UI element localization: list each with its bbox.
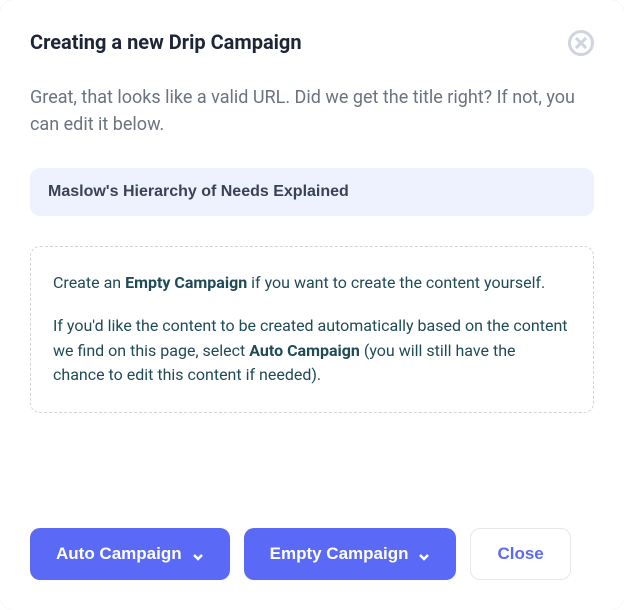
info-text: Create an xyxy=(53,273,125,292)
info-text: if you want to create the content yourse… xyxy=(247,273,545,292)
info-strong: Auto Campaign xyxy=(249,341,360,360)
auto-campaign-button[interactable]: Auto Campaign xyxy=(30,528,230,580)
modal-subtitle: Great, that looks like a valid URL. Did … xyxy=(30,84,594,138)
title-input-row xyxy=(30,168,594,216)
button-label: Close xyxy=(497,544,543,564)
info-strong: Empty Campaign xyxy=(125,273,247,292)
chevron-down-icon xyxy=(192,548,204,560)
title-input[interactable] xyxy=(30,168,594,216)
modal-title: Creating a new Drip Campaign xyxy=(30,30,302,54)
modal-footer: Auto Campaign Empty Campaign Close xyxy=(30,528,594,580)
info-paragraph-2: If you'd like the content to be created … xyxy=(53,314,571,388)
button-label: Empty Campaign xyxy=(270,544,409,564)
chevron-down-icon xyxy=(418,548,430,560)
modal-dialog: Creating a new Drip Campaign Great, that… xyxy=(0,0,624,610)
close-button[interactable]: Close xyxy=(470,528,570,580)
empty-campaign-button[interactable]: Empty Campaign xyxy=(244,528,457,580)
modal-header: Creating a new Drip Campaign xyxy=(30,30,594,56)
button-label: Auto Campaign xyxy=(56,544,182,564)
close-icon[interactable] xyxy=(568,30,594,56)
info-paragraph-1: Create an Empty Campaign if you want to … xyxy=(53,271,571,296)
info-box: Create an Empty Campaign if you want to … xyxy=(30,246,594,413)
